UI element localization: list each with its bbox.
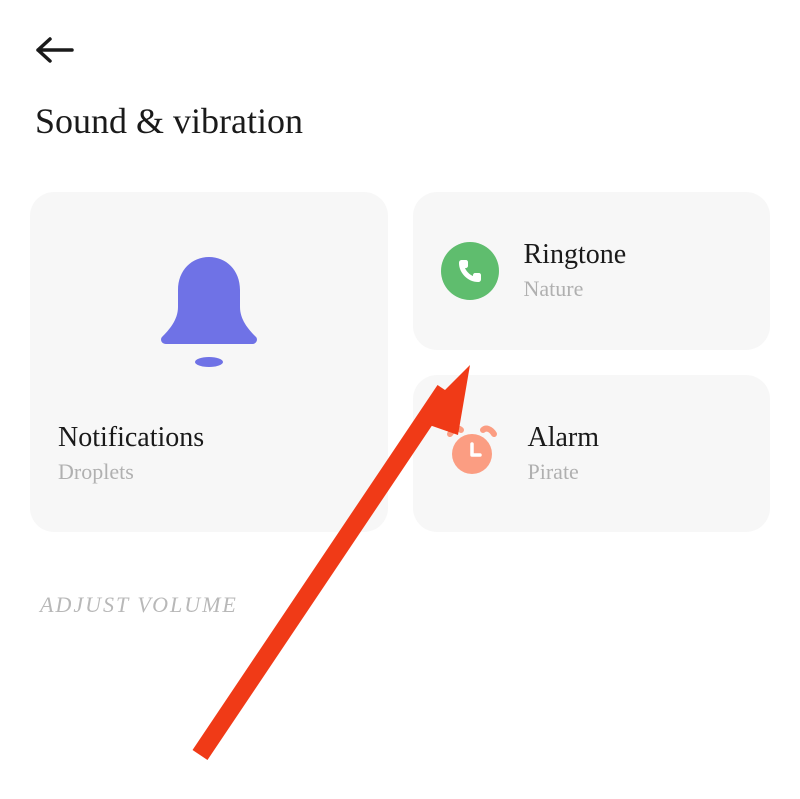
bell-icon (154, 252, 264, 372)
phone-icon (441, 242, 499, 300)
sound-cards-grid: Notifications Droplets Ringtone Nature (25, 192, 775, 532)
adjust-volume-header: ADJUST VOLUME (25, 592, 775, 618)
notifications-card[interactable]: Notifications Droplets (30, 192, 388, 532)
page-title: Sound & vibration (35, 100, 775, 142)
ringtone-card[interactable]: Ringtone Nature (413, 192, 771, 350)
notifications-title: Notifications (58, 422, 360, 454)
back-button[interactable] (35, 35, 75, 70)
alarm-card[interactable]: Alarm Pirate (413, 375, 771, 533)
alarm-title: Alarm (528, 422, 600, 454)
ringtone-subtitle: Nature (524, 276, 627, 302)
ringtone-title: Ringtone (524, 239, 627, 271)
notifications-subtitle: Droplets (58, 459, 360, 485)
alarm-subtitle: Pirate (528, 459, 600, 485)
alarm-clock-icon (441, 420, 503, 487)
arrow-left-icon (35, 35, 75, 65)
